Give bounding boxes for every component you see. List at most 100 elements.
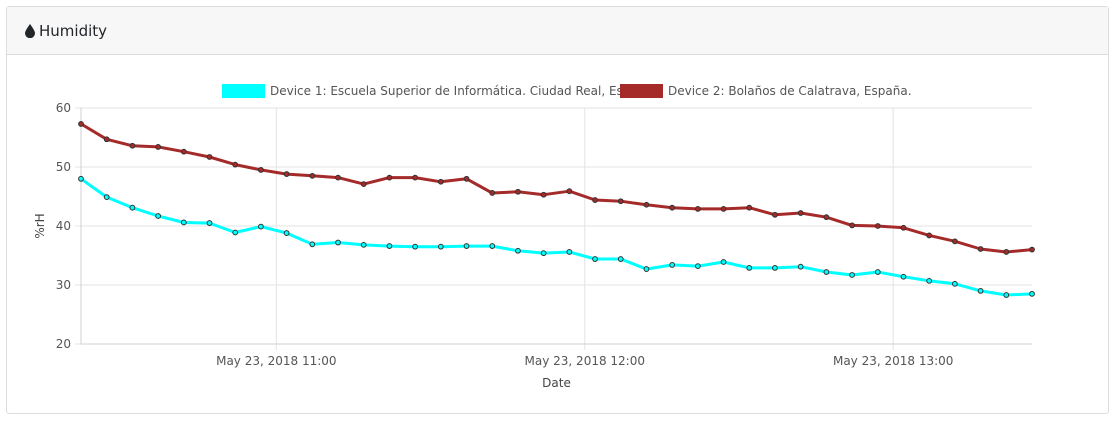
data-point[interactable] bbox=[617, 198, 624, 205]
data-point[interactable] bbox=[643, 201, 650, 208]
data-point[interactable] bbox=[926, 232, 933, 239]
y-tick-label: 20 bbox=[56, 337, 71, 351]
data-point[interactable] bbox=[335, 239, 341, 246]
data-point[interactable] bbox=[746, 204, 753, 211]
x-tick-label: May 23, 2018 12:00 bbox=[525, 354, 645, 368]
data-point[interactable] bbox=[412, 174, 419, 181]
series-line bbox=[80, 177, 1033, 297]
y-tick-label: 30 bbox=[56, 278, 71, 292]
data-point[interactable] bbox=[232, 161, 239, 168]
legend-swatch bbox=[620, 84, 663, 98]
data-point[interactable] bbox=[977, 288, 984, 294]
data-point[interactable] bbox=[232, 229, 239, 236]
data-point[interactable] bbox=[360, 181, 367, 188]
y-tick-label: 40 bbox=[56, 219, 71, 233]
data-point[interactable] bbox=[1003, 292, 1010, 298]
data-point[interactable] bbox=[78, 175, 84, 182]
data-point[interactable] bbox=[463, 243, 470, 249]
data-point[interactable] bbox=[694, 263, 701, 270]
data-point[interactable] bbox=[283, 230, 290, 236]
data-point[interactable] bbox=[540, 191, 547, 198]
axes: 20 30 40 50 60 May 23, 2018 11:00 May 23, 2018… bbox=[56, 101, 1032, 368]
data-point[interactable] bbox=[592, 256, 598, 262]
data-point[interactable] bbox=[540, 250, 547, 257]
legend-item-1[interactable]: Device 1: Escuela Superior de Informátic… bbox=[222, 84, 657, 98]
data-point[interactable] bbox=[874, 269, 881, 275]
data-point[interactable] bbox=[592, 197, 598, 203]
legend-label: Device 1: Escuela Superior de Informátic… bbox=[270, 84, 657, 98]
data-point[interactable] bbox=[823, 269, 830, 275]
data-point[interactable] bbox=[489, 243, 496, 249]
legend-item-2[interactable]: Device 2: Bolaños de Calatrava, España. bbox=[620, 84, 912, 98]
data-point[interactable] bbox=[849, 272, 855, 278]
data-point[interactable] bbox=[797, 210, 804, 216]
data-point[interactable] bbox=[206, 220, 213, 226]
legend-label: Device 2: Bolaños de Calatrava, España. bbox=[668, 84, 912, 98]
legend[interactable]: Device 1: Escuela Superior de Informátic… bbox=[222, 84, 912, 98]
data-point[interactable] bbox=[772, 264, 778, 271]
data-point[interactable] bbox=[180, 148, 187, 155]
data-point[interactable] bbox=[437, 243, 444, 250]
data-point[interactable] bbox=[155, 144, 162, 150]
data-point[interactable] bbox=[463, 175, 470, 182]
data-point[interactable] bbox=[258, 167, 264, 173]
data-point[interactable] bbox=[335, 174, 341, 181]
data-point[interactable] bbox=[412, 243, 419, 250]
legend-swatch bbox=[222, 84, 265, 98]
data-point[interactable] bbox=[617, 256, 624, 262]
data-point[interactable] bbox=[258, 223, 264, 230]
data-point[interactable] bbox=[926, 277, 933, 284]
x-axis-title: Date bbox=[542, 376, 571, 390]
data-point[interactable] bbox=[129, 142, 136, 149]
data-point[interactable] bbox=[720, 205, 727, 212]
data-point[interactable] bbox=[103, 136, 110, 143]
data-point[interactable] bbox=[772, 211, 778, 218]
data-point[interactable] bbox=[103, 194, 110, 200]
data-point[interactable] bbox=[874, 223, 881, 229]
data-point[interactable] bbox=[78, 121, 84, 127]
data-point[interactable] bbox=[489, 190, 496, 196]
series bbox=[78, 121, 1035, 298]
data-point[interactable] bbox=[180, 219, 187, 226]
x-tick-label: May 23, 2018 11:00 bbox=[216, 354, 336, 368]
data-point[interactable] bbox=[129, 204, 136, 211]
data-point[interactable] bbox=[669, 262, 676, 268]
data-point[interactable] bbox=[386, 243, 393, 249]
data-point[interactable] bbox=[386, 174, 393, 181]
data-point[interactable] bbox=[900, 224, 907, 231]
data-point[interactable] bbox=[206, 154, 213, 160]
data-point[interactable] bbox=[823, 214, 830, 221]
data-point[interactable] bbox=[437, 178, 444, 185]
data-point[interactable] bbox=[515, 188, 521, 195]
y-tick-label: 50 bbox=[56, 160, 71, 174]
data-point[interactable] bbox=[977, 246, 984, 252]
data-point[interactable] bbox=[1029, 290, 1035, 297]
series-1 bbox=[78, 175, 1035, 298]
y-axis-title: %rH bbox=[33, 213, 47, 238]
data-point[interactable] bbox=[360, 241, 367, 248]
data-point[interactable] bbox=[951, 280, 958, 287]
data-point[interactable] bbox=[694, 205, 701, 212]
data-point[interactable] bbox=[849, 222, 855, 229]
data-point[interactable] bbox=[309, 172, 316, 179]
data-point[interactable] bbox=[1003, 249, 1010, 255]
data-point[interactable] bbox=[720, 259, 727, 265]
series-2 bbox=[78, 121, 1035, 255]
data-point[interactable] bbox=[566, 249, 573, 255]
data-point[interactable] bbox=[643, 266, 650, 272]
x-tick-label: May 23, 2018 13:00 bbox=[833, 354, 953, 368]
data-point[interactable] bbox=[951, 238, 958, 245]
series-line bbox=[80, 122, 1033, 254]
data-point[interactable] bbox=[566, 188, 573, 195]
data-point[interactable] bbox=[1029, 246, 1035, 253]
data-point[interactable] bbox=[309, 241, 316, 248]
data-point[interactable] bbox=[797, 263, 804, 270]
data-point[interactable] bbox=[155, 213, 162, 219]
data-point[interactable] bbox=[669, 204, 676, 211]
data-point[interactable] bbox=[746, 264, 753, 271]
grid bbox=[75, 107, 1032, 350]
data-point[interactable] bbox=[515, 247, 521, 254]
data-point[interactable] bbox=[900, 273, 907, 280]
data-point[interactable] bbox=[283, 171, 290, 177]
humidity-chart: 20 30 40 50 60 May 23, 2018 11:00 May 23, 2018… bbox=[33, 84, 1035, 390]
